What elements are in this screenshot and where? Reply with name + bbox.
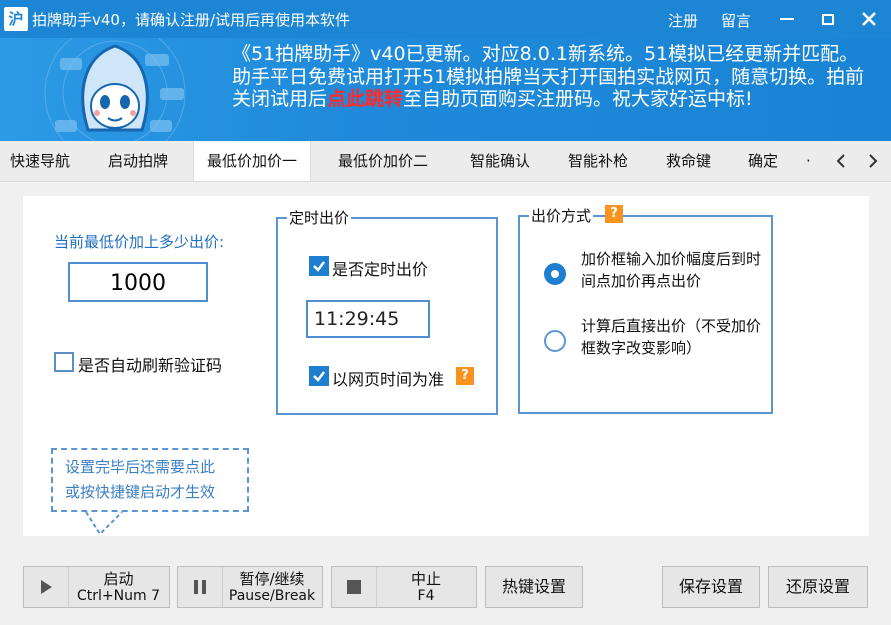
bid-mode-option1-radio[interactable] xyxy=(544,263,566,285)
start-shortcut: Ctrl+Num 7 xyxy=(77,588,160,604)
timed-bid-label: 是否定时出价 xyxy=(332,260,429,279)
bid-mode-option2-label: 计算后直接出价（不受加价框数字改变影响） xyxy=(581,317,762,357)
web-time-label: 以网页时间为准 xyxy=(332,370,445,389)
stop-label: 中止 xyxy=(410,570,441,588)
app-icon: 沪 xyxy=(4,7,28,31)
tab-lowest-price-1[interactable]: 最低价加价一 xyxy=(193,141,312,181)
tab-smart-confirm[interactable]: 智能确认 xyxy=(470,141,530,181)
maximize-button[interactable] xyxy=(811,4,845,34)
auto-refresh-checkbox[interactable] xyxy=(54,352,74,372)
save-settings-button[interactable]: 保存设置 xyxy=(662,566,760,608)
tip-line2: 或按快捷键启动才生效 xyxy=(65,483,216,501)
chevron-left-icon xyxy=(836,154,845,168)
title-bar: 沪 拍牌助手v40，请确认注册/试用后再使用本软件 注册 留言 xyxy=(0,0,891,38)
stop-button-text: 中止 F4 xyxy=(376,567,476,607)
tab-quick-nav[interactable]: 快速导航 xyxy=(10,141,70,181)
stop-icon xyxy=(332,567,377,607)
stop-button[interactable]: 中止 F4 xyxy=(331,566,477,608)
bid-mode-option2-radio[interactable] xyxy=(544,330,566,352)
banner-message: 《51拍牌助手》v40已更新。对应8.0.1新系统。51模拟已经更新并匹配。助手… xyxy=(232,43,872,111)
start-tip-callout: 设置完毕后还需要点此 或按快捷键启动才生效 xyxy=(51,448,249,512)
pause-button[interactable]: 暂停/继续 Pause/Break xyxy=(177,566,323,608)
web-time-checkbox[interactable] xyxy=(309,366,329,386)
tab-smart-rebid[interactable]: 智能补枪 xyxy=(568,141,628,181)
tab-lifesaver-key[interactable]: 救命键 xyxy=(666,141,711,181)
increment-input[interactable]: 1000 xyxy=(68,262,208,302)
tab-overflow[interactable]: · xyxy=(806,141,811,181)
minimize-icon xyxy=(780,18,794,20)
tab-lowest-price-2[interactable]: 最低价加价二 xyxy=(338,141,428,181)
tip-line1: 设置完毕后还需要点此 xyxy=(65,458,216,476)
start-label: 启动 xyxy=(103,570,134,588)
pause-shortcut: Pause/Break xyxy=(228,588,316,604)
help-icon[interactable]: ? xyxy=(605,205,623,223)
chevron-right-icon xyxy=(869,154,878,168)
pause-label: 暂停/继续 xyxy=(239,570,305,588)
banner-text-part2: 至自助页面购买注册码。祝大家好运中标! xyxy=(403,88,753,110)
mascot-illustration xyxy=(44,38,186,141)
callout-tail-icon xyxy=(85,511,123,536)
announcement-banner: 《51拍牌助手》v40已更新。对应8.0.1新系统。51模拟已经更新并匹配。助手… xyxy=(0,38,891,141)
hotkey-settings-button[interactable]: 热键设置 xyxy=(485,566,583,608)
bid-mode-option1-label: 加价框输入加价幅度后到时间点加价再点出价 xyxy=(581,250,762,290)
tab-scroll-left-button[interactable] xyxy=(828,147,854,175)
stop-shortcut: F4 xyxy=(417,588,435,604)
close-button[interactable] xyxy=(852,4,886,34)
timed-bid-checkbox[interactable] xyxy=(309,256,329,276)
jump-link[interactable]: 点此跳转 xyxy=(327,88,403,110)
window-title: 拍牌助手v40，请确认注册/试用后再使用本软件 xyxy=(32,11,351,29)
start-button-text: 启动 Ctrl+Num 7 xyxy=(68,567,169,607)
register-link[interactable]: 注册 xyxy=(668,10,698,31)
increment-prompt: 当前最低价加上多少出价: xyxy=(54,233,225,251)
tab-start-bidding[interactable]: 启动拍牌 xyxy=(108,141,168,181)
timed-bid-title: 定时出价 xyxy=(287,207,352,228)
pause-button-text: 暂停/继续 Pause/Break xyxy=(222,567,322,607)
start-button[interactable]: 启动 Ctrl+Num 7 xyxy=(23,566,170,608)
maximize-icon xyxy=(822,13,834,25)
close-icon xyxy=(862,12,876,26)
checkmark-icon xyxy=(313,261,325,272)
bid-mode-title: 出价方式 xyxy=(529,205,594,226)
checkmark-icon xyxy=(313,371,325,382)
restore-settings-button[interactable]: 还原设置 xyxy=(768,566,868,608)
tab-bar: 快速导航 启动拍牌 最低价加价一 最低价加价二 智能确认 智能补枪 救命键 确定… xyxy=(0,141,891,182)
bid-time-input[interactable]: 11:29:45 xyxy=(306,300,430,338)
tab-confirm[interactable]: 确定 xyxy=(748,141,778,181)
tab-scroll-right-button[interactable] xyxy=(860,147,886,175)
pause-icon xyxy=(178,567,223,607)
minimize-button[interactable] xyxy=(770,4,804,34)
help-icon[interactable]: ? xyxy=(456,367,474,385)
play-icon xyxy=(24,567,69,607)
auto-refresh-label: 是否自动刷新验证码 xyxy=(78,356,223,375)
message-link[interactable]: 留言 xyxy=(721,10,751,31)
